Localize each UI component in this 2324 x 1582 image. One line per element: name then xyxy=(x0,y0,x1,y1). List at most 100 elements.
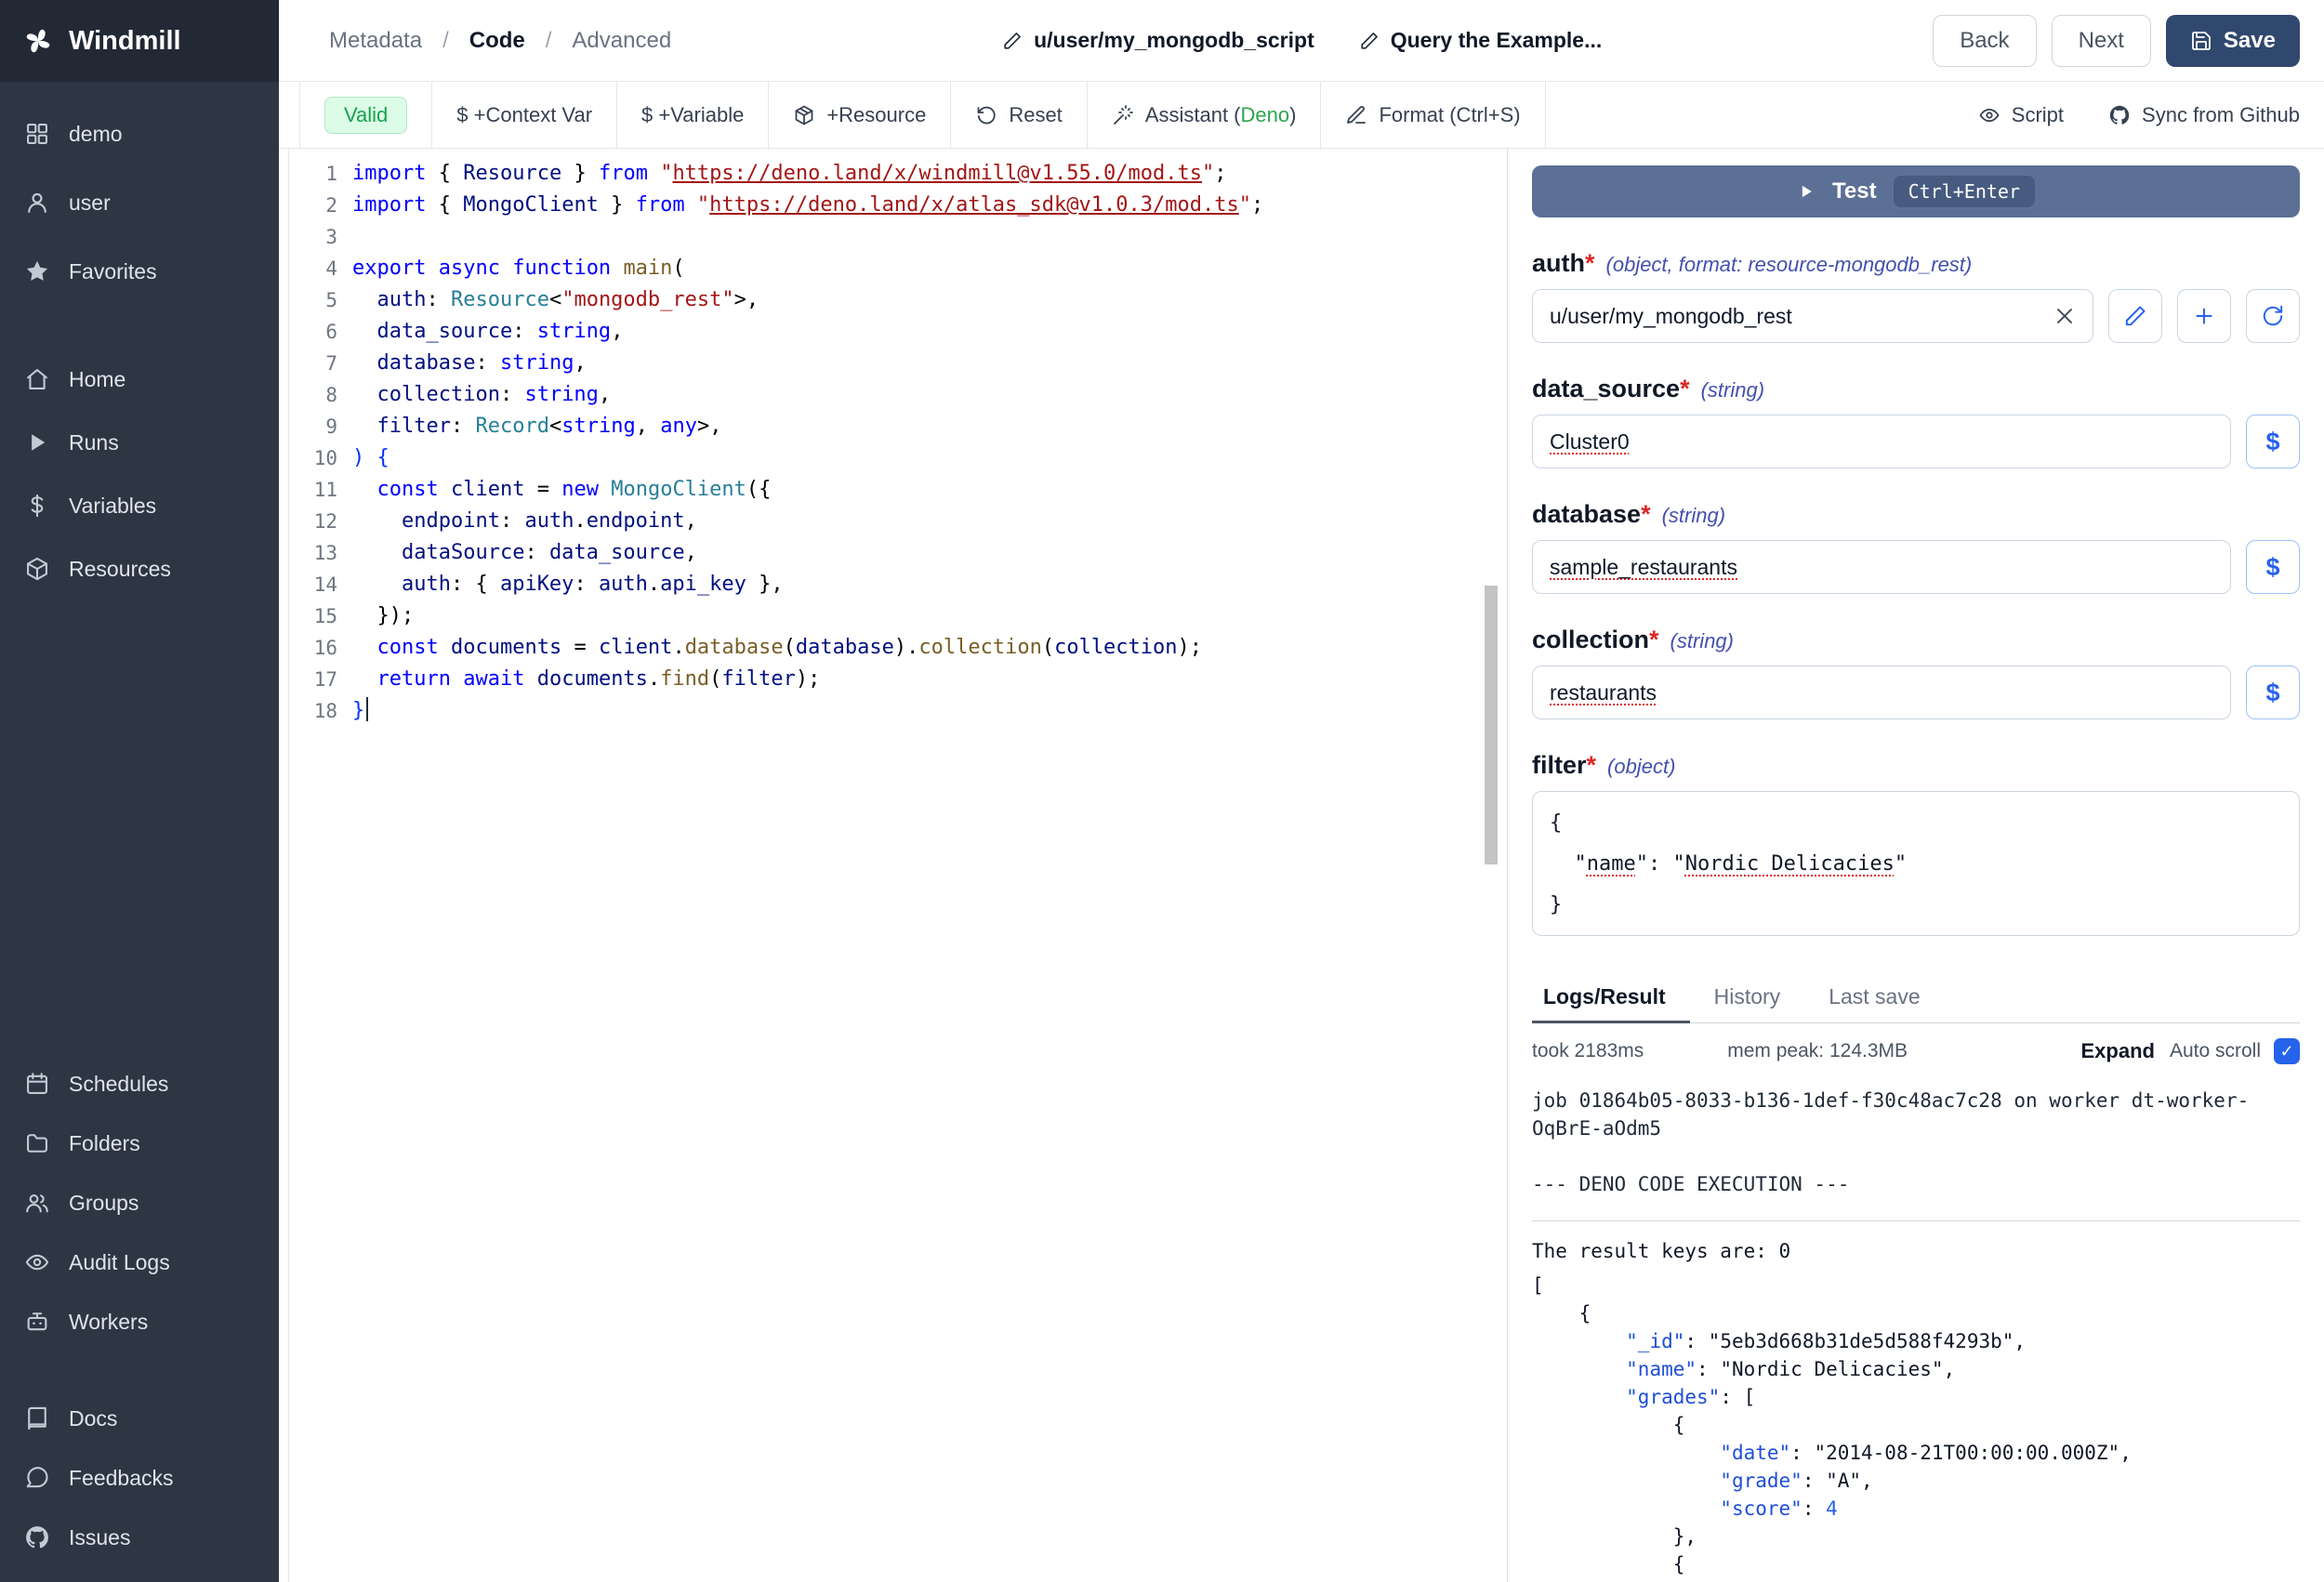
main-column: Metadata / Code / Advanced u/user/my_mon… xyxy=(279,0,2324,1582)
cube-icon xyxy=(24,556,50,582)
sidebar-item-runs[interactable]: Runs xyxy=(0,413,279,472)
field-filter-type: (object) xyxy=(1607,755,1675,779)
field-auth: auth* (object, format: resource-mongodb_… xyxy=(1532,249,2300,343)
code-line[interactable]: 11 const client = new MongoClient({ xyxy=(289,474,1507,506)
took-duration: took 2183ms xyxy=(1532,1040,1644,1062)
code-line[interactable]: 5 auth: Resource<"mongodb_rest">, xyxy=(289,284,1507,316)
code-line[interactable]: 12 endpoint: auth.endpoint, xyxy=(289,506,1507,537)
play-icon xyxy=(1797,182,1816,201)
test-button[interactable]: Test Ctrl+Enter xyxy=(1532,165,2300,218)
code-line[interactable]: 6 data_source: string, xyxy=(289,316,1507,348)
test-label: Test xyxy=(1832,178,1877,204)
assistant-icon xyxy=(1112,104,1134,126)
sidebar-item-favorites[interactable]: Favorites xyxy=(0,242,279,301)
back-button[interactable]: Back xyxy=(1933,15,2036,67)
sidebar-item-audit-logs[interactable]: Audit Logs xyxy=(0,1233,279,1292)
sidebar-item-schedules[interactable]: Schedules xyxy=(0,1054,279,1114)
tab-advanced[interactable]: Advanced xyxy=(572,28,671,54)
edit-path-icon xyxy=(1002,31,1023,51)
tab-code[interactable]: Code xyxy=(469,28,525,54)
collection-variable-button[interactable]: $ xyxy=(2246,666,2300,719)
add-context-var-button[interactable]: $ +Context Var xyxy=(431,82,616,148)
sidebar-item-docs[interactable]: Docs xyxy=(0,1389,279,1448)
sidebar-item-folders[interactable]: Folders xyxy=(0,1114,279,1173)
sidebar-item-groups[interactable]: Groups xyxy=(0,1173,279,1233)
sidebar-item-label: Resources xyxy=(69,557,171,582)
code-line[interactable]: 9 filter: Record<string, any>, xyxy=(289,411,1507,442)
reset-label: Reset xyxy=(1009,103,1062,127)
code-line[interactable]: 17 return await documents.find(filter); xyxy=(289,664,1507,695)
data-source-variable-button[interactable]: $ xyxy=(2246,415,2300,468)
code-line[interactable]: 14 auth: { apiKey: auth.api_key }, xyxy=(289,569,1507,600)
code-line[interactable]: 16 const documents = client.database(dat… xyxy=(289,632,1507,664)
collection-input[interactable]: restaurants xyxy=(1532,666,2231,719)
line-number: 6 xyxy=(289,316,337,348)
tab-logs-result[interactable]: Logs/Result xyxy=(1532,973,1690,1023)
field-filter-label: filter xyxy=(1532,751,1587,780)
code-line[interactable]: 7 database: string, xyxy=(289,348,1507,379)
sidebar-group-main: HomeRunsVariables Resources xyxy=(0,349,279,599)
script-summary-label: Query the Example... xyxy=(1391,28,1603,53)
next-button[interactable]: Next xyxy=(2052,15,2151,67)
assistant-button[interactable]: Assistant (Deno) xyxy=(1087,82,1321,148)
sidebar-item-feedbacks[interactable]: Feedbacks xyxy=(0,1448,279,1508)
edit-summary-icon xyxy=(1359,31,1380,51)
code-editor[interactable]: 1import { Resource } from "https://deno.… xyxy=(288,149,1507,1582)
reset-button[interactable]: Reset xyxy=(950,82,1086,148)
header-actions: Back Next Save xyxy=(1933,15,2300,67)
add-variable-button[interactable]: $ +Variable xyxy=(616,82,768,148)
editor-scrollbar[interactable] xyxy=(1485,149,1498,1582)
script-path[interactable]: u/user/my_mongodb_script xyxy=(1002,28,1314,53)
code-line[interactable]: 2import { MongoClient } from "https://de… xyxy=(289,190,1507,221)
code-line[interactable]: 3 xyxy=(289,221,1507,253)
format-button[interactable]: Format (Ctrl+S) xyxy=(1320,82,1545,148)
script-summary[interactable]: Query the Example... xyxy=(1359,28,1603,53)
sidebar-item-demo[interactable]: demo xyxy=(0,104,279,164)
sidebar-item-user[interactable]: user xyxy=(0,173,279,232)
code-line[interactable]: 13 dataSource: data_source, xyxy=(289,537,1507,569)
sync-label: Sync from Github xyxy=(2142,103,2300,127)
data-source-input[interactable]: Cluster0 xyxy=(1532,415,2231,468)
sidebar-item-workers[interactable]: Workers xyxy=(0,1292,279,1351)
line-number: 10 xyxy=(289,442,337,474)
code-line[interactable]: 18} xyxy=(289,695,1507,727)
code-line[interactable]: 15 }); xyxy=(289,600,1507,632)
code-line[interactable]: 8 collection: string, xyxy=(289,379,1507,411)
result-json: [ { "_id": "5eb3d668b31de5d588f4293b", "… xyxy=(1532,1272,2300,1582)
save-button[interactable]: Save xyxy=(2166,15,2300,67)
add-resource-button[interactable] xyxy=(2177,289,2231,343)
add-resource-toolbar-button[interactable]: +Resource xyxy=(768,82,950,148)
tab-last-save[interactable]: Last save xyxy=(1804,973,1944,1023)
code-line[interactable]: 10) { xyxy=(289,442,1507,474)
field-auth-row: u/user/my_mongodb_rest xyxy=(1532,289,2300,343)
sidebar-item-home[interactable]: Home xyxy=(0,349,279,409)
sidebar-item-resources[interactable]: Resources xyxy=(0,539,279,599)
data-source-value: Cluster0 xyxy=(1550,429,2213,455)
required-asterisk: * xyxy=(1587,751,1597,780)
code-line[interactable]: 4export async function main( xyxy=(289,253,1507,284)
autoscroll-checkbox[interactable]: ✓ xyxy=(2274,1038,2300,1064)
expand-link[interactable]: Expand xyxy=(2080,1039,2154,1063)
filter-json-editor[interactable]: { "name": "Nordic Delicacies"} xyxy=(1532,791,2300,936)
clear-resource-icon[interactable] xyxy=(2053,305,2076,327)
tab-metadata[interactable]: Metadata xyxy=(329,28,422,54)
refresh-resource-button[interactable] xyxy=(2246,289,2300,343)
sync-from-github-button[interactable]: Sync from Github xyxy=(2108,103,2300,127)
editor-scrollbar-thumb[interactable] xyxy=(1485,586,1498,864)
users-icon xyxy=(24,1190,50,1216)
code-line[interactable]: 1import { Resource } from "https://deno.… xyxy=(289,158,1507,190)
sidebar-item-issues[interactable]: Issues xyxy=(0,1508,279,1567)
sidebar-logo[interactable]: Windmill xyxy=(0,0,279,82)
sidebar-item-variables[interactable]: Variables xyxy=(0,476,279,535)
tab-history[interactable]: History xyxy=(1690,973,1805,1023)
line-number: 13 xyxy=(289,537,337,569)
database-input[interactable]: sample_restaurants xyxy=(1532,540,2231,594)
auth-resource-input[interactable]: u/user/my_mongodb_rest xyxy=(1532,289,2093,343)
edit-resource-button[interactable] xyxy=(2108,289,2162,343)
field-collection: collection* (string) restaurants $ xyxy=(1532,626,2300,719)
add-context-var-label: $ +Context Var xyxy=(456,103,592,127)
result-line: "date": "2014-03-05T00:00:00.000Z", xyxy=(1532,1578,2300,1582)
field-auth-label: auth xyxy=(1532,249,1585,278)
script-preview-button[interactable]: Script xyxy=(1978,103,2064,127)
database-variable-button[interactable]: $ xyxy=(2246,540,2300,594)
